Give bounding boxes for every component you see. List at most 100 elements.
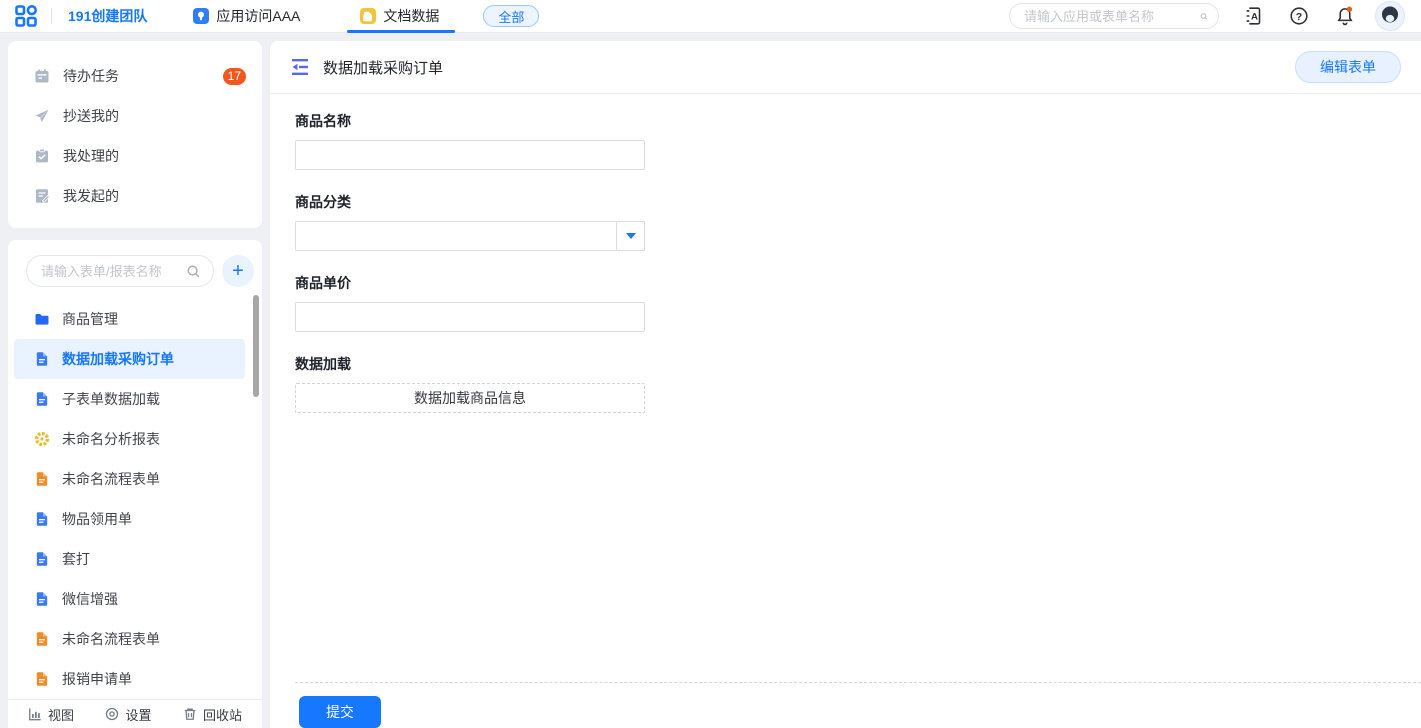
tree-item-product-management[interactable]: 商品管理 [8,299,262,339]
views-button[interactable]: 视图 [28,705,74,724]
svg-text:?: ? [1296,11,1302,23]
svg-text:A: A [1251,12,1258,23]
form-doc-icon [34,631,50,647]
tree-item-label: 未命名流程表单 [62,469,160,489]
sidebar-footer: 视图 设置 回收站 [8,699,262,728]
field-product-category: 商品分类 [295,192,1421,251]
settings-button[interactable]: 设置 [105,705,151,724]
form-search-row: + [8,255,262,287]
field-label: 数据加载 [295,354,1421,374]
nav-label: 待办任务 [63,66,119,86]
tree-item-expense-claim[interactable]: 报销申请单 [8,659,262,699]
tree-item-label: 微信增强 [62,589,118,609]
tree-item-label: 商品管理 [62,309,118,329]
product-unit-price-input[interactable] [295,302,645,332]
tree-item-label: 报销申请单 [62,669,132,689]
nav-label: 抄送我的 [63,106,119,126]
tree-item-data-load-purchase-order[interactable]: 数据加载采购订单 [14,339,245,379]
recycle-bin-button[interactable]: 回收站 [183,705,242,724]
form-area: 商品名称 商品分类 商品单价 数据加载 数据加载商品信息 [270,94,1421,728]
tab-document-data[interactable]: 文档数据 [360,0,439,33]
global-search-input[interactable] [1024,9,1200,24]
field-product-name: 商品名称 [295,111,1421,170]
tree-item-unnamed-analysis-report[interactable]: 未命名分析报表 [8,419,262,459]
sidebar-scrollbar-thumb[interactable] [253,295,259,397]
tree-item-unnamed-flow-form-2[interactable]: 未命名流程表单 [8,619,262,659]
sidebar-item-initiated-by-me[interactable]: 我发起的 [8,176,262,216]
field-data-load: 数据加载 数据加载商品信息 [295,354,1421,413]
search-icon [1200,9,1208,24]
form-doc-icon [34,511,50,527]
form-tree: 商品管理 数据加载采购订单 [8,299,262,699]
initiated-edit-icon [34,188,50,204]
tree-item-label: 未命名流程表单 [62,629,160,649]
notification-bell-icon[interactable] [1333,4,1357,28]
page-content: 待办任务 17 抄送我的 我处理的 [0,33,1421,728]
sidebar-nav-card: 待办任务 17 抄送我的 我处理的 [8,41,262,228]
form-doc-icon [34,591,50,607]
form-search[interactable] [26,255,214,287]
team-name-link[interactable]: 191创建团队 [68,6,147,26]
select-caret-cell[interactable] [616,222,644,250]
tab-label: 应用访问AAA [216,6,300,26]
footer-label: 视图 [48,705,74,724]
tree-item-label: 未命名分析报表 [62,429,160,449]
folder-icon [34,311,50,327]
tree-item-subform-data-load[interactable]: 子表单数据加载 [8,379,262,419]
tab-label: 文档数据 [383,6,439,26]
settings-icon [105,707,119,721]
add-form-button[interactable]: + [222,255,254,287]
tree-item-wechat-enhance[interactable]: 微信增强 [8,579,262,619]
processed-clipboard-icon [34,148,50,164]
field-product-unit-price: 商品单价 [295,273,1421,332]
form-doc-icon [34,551,50,567]
product-category-select[interactable] [295,221,645,251]
trash-icon [183,707,197,721]
product-name-input[interactable] [295,140,645,170]
views-chart-icon [28,707,42,721]
sidebar-item-processed-by-me[interactable]: 我处理的 [8,136,262,176]
todo-calendar-icon [34,68,50,84]
main-header: 数据加载采购订单 编辑表单 [270,41,1421,94]
edit-form-button[interactable]: 编辑表单 [1295,51,1401,83]
todo-count-badge: 17 [223,68,246,85]
tree-item-label: 数据加载采购订单 [62,349,174,369]
tree-item-label: 物品领用单 [62,509,132,529]
nav-label: 我发起的 [63,186,119,206]
contacts-icon[interactable]: A [1241,4,1265,28]
field-label: 商品分类 [295,192,1421,212]
data-load-product-info-button[interactable]: 数据加载商品信息 [295,383,645,413]
topbar-divider [51,8,52,24]
all-filter-pill[interactable]: 全部 [483,5,539,27]
form-footer: 提交 [295,682,1421,728]
tree-item-unnamed-flow-form-1[interactable]: 未命名流程表单 [8,459,262,499]
field-label: 商品名称 [295,111,1421,131]
avatar[interactable] [1375,1,1405,31]
chevron-down-icon [626,233,636,239]
tab-app-access[interactable]: 应用访问AAA [193,0,300,33]
collapse-sidebar-icon[interactable] [290,58,310,76]
search-icon [186,264,201,279]
sidebar-forms-card: + 商品管理 数据加载采购订单 [8,240,262,728]
top-bar: 191创建团队 应用访问AAA 文档数据 全部 [0,0,1421,33]
main-panel: 数据加载采购订单 编辑表单 商品名称 商品分类 商品单价 [270,41,1421,728]
global-search[interactable] [1009,3,1219,29]
sidebar-item-cc-to-me[interactable]: 抄送我的 [8,96,262,136]
cc-paper-plane-icon [34,108,50,124]
yellow-doc-app-icon [360,8,376,24]
form-search-input[interactable] [41,264,186,279]
app-grid-logo-icon[interactable] [14,4,38,28]
form-doc-icon [34,471,50,487]
help-icon[interactable]: ? [1287,4,1311,28]
tree-item-template-print[interactable]: 套打 [8,539,262,579]
field-label: 商品单价 [295,273,1421,293]
form-doc-icon [34,391,50,407]
sidebar: 待办任务 17 抄送我的 我处理的 [8,33,262,728]
topbar-right: A ? [1009,1,1405,31]
blue-app-icon [193,8,209,24]
tree-item-item-requisition[interactable]: 物品领用单 [8,499,262,539]
sidebar-item-todo-tasks[interactable]: 待办任务 17 [8,56,262,96]
submit-button[interactable]: 提交 [299,696,381,728]
tree-item-label: 子表单数据加载 [62,389,160,409]
select-value [296,222,616,250]
